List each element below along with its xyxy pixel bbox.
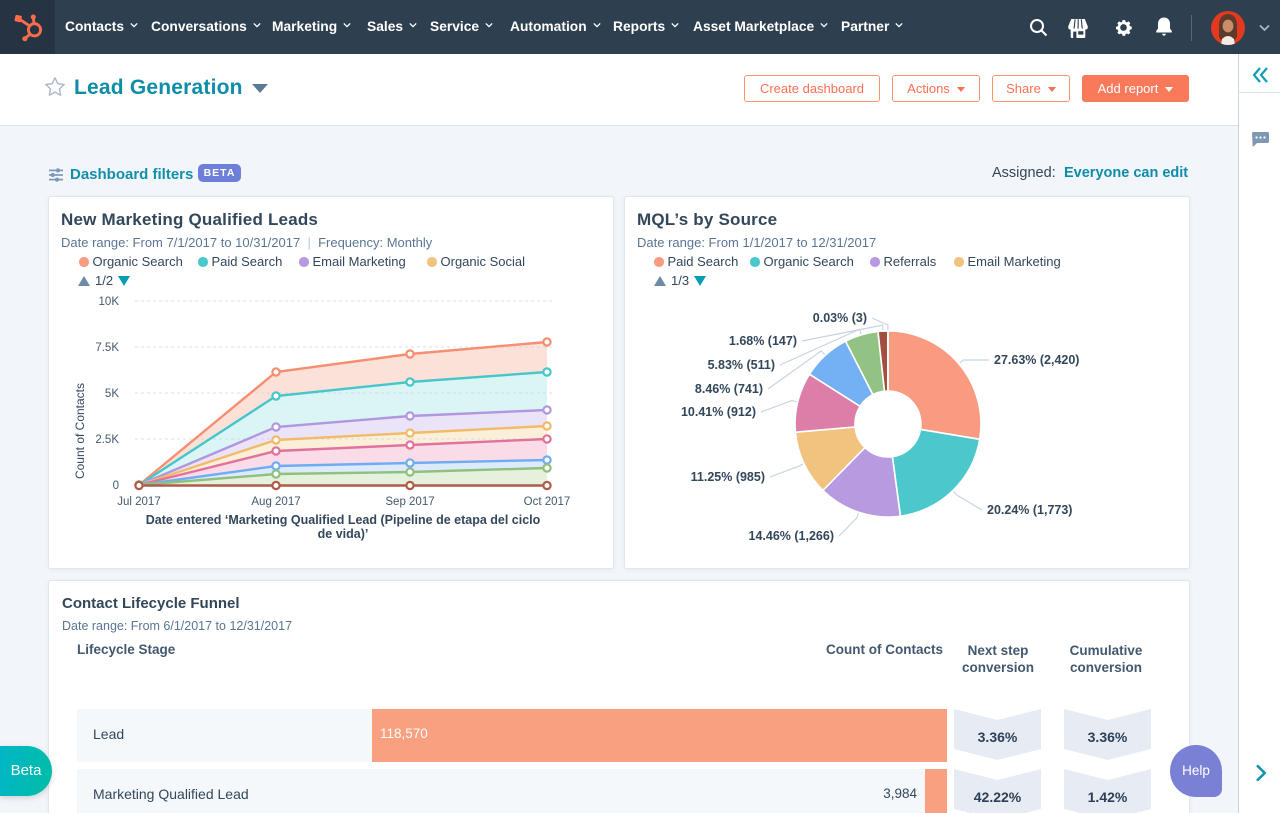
svg-text:7.5K: 7.5K [95, 342, 119, 354]
svg-text:Oct 2017: Oct 2017 [524, 496, 571, 508]
svg-text:Count of Contacts: Count of Contacts [73, 383, 87, 479]
svg-text:Jul 2017: Jul 2017 [117, 496, 160, 508]
svg-text:Aug 2017: Aug 2017 [251, 496, 300, 508]
svg-text:2.5K: 2.5K [95, 434, 119, 446]
svg-text:Date entered ‘Marketing Qualif: Date entered ‘Marketing Qualified Lead (… [146, 513, 541, 527]
svg-text:0: 0 [113, 480, 119, 492]
svg-text:de vida)’: de vida)’ [318, 527, 369, 541]
svg-text:10K: 10K [99, 296, 120, 308]
svg-text:5K: 5K [105, 388, 119, 400]
svg-text:Sep 2017: Sep 2017 [385, 496, 434, 508]
